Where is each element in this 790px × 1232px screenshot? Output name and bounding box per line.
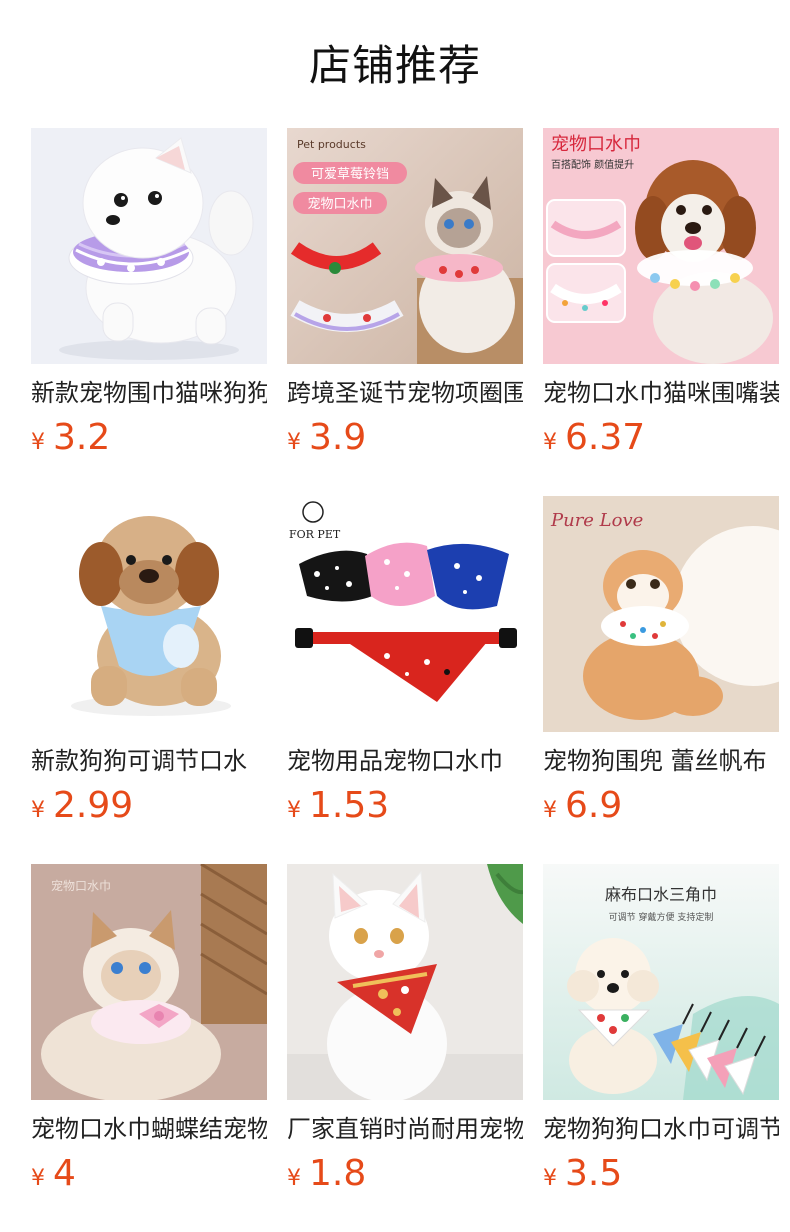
price-value: 1.8 [309, 1153, 367, 1194]
image-text: 可调节 穿戴方便 支持定制 [609, 911, 714, 923]
currency-symbol: ¥ [543, 1166, 557, 1191]
product-card[interactable]: FOR PET 宠物用品宠物口水巾 ¥ 1.53 [287, 496, 523, 864]
product-grid: 新款宠物围巾猫咪狗狗 ¥3.2 Pet products 可爱草莓铃铛 宠物口水… [31, 128, 790, 1232]
currency-symbol: ¥ [543, 798, 557, 823]
image-text: FOR PET [289, 528, 341, 541]
product-card[interactable]: 新款狗狗可调节口水 ¥2.99 [31, 496, 267, 864]
price-value: 3.2 [53, 417, 111, 458]
product-price: ¥6.9 [543, 784, 779, 828]
product-card[interactable]: 新款宠物围巾猫咪狗狗 ¥3.2 [31, 128, 267, 496]
currency-symbol: ¥ [287, 798, 301, 823]
product-image[interactable] [287, 864, 523, 1100]
product-price: ¥1.8 [287, 1152, 523, 1196]
image-text: 可爱草莓铃铛 [311, 167, 389, 182]
image-text: Pet products [297, 138, 366, 151]
product-name[interactable]: 宠物用品宠物口水巾 [287, 746, 523, 776]
product-card[interactable]: 厂家直销时尚耐用宠物 ¥1.8 [287, 864, 523, 1232]
price-value: 4 [53, 1153, 76, 1194]
currency-symbol: ¥ [543, 430, 557, 455]
product-image[interactable]: 宠物口水巾 [31, 864, 267, 1100]
product-card[interactable]: Pet products 可爱草莓铃铛 宠物口水巾 跨境圣诞节宠物项圈围 ¥ 3… [287, 128, 523, 496]
image-text: 百搭配饰 颜值提升 [551, 158, 634, 171]
product-price: ¥1.53 [287, 784, 523, 828]
image-text: 宠物口水巾 [551, 134, 641, 155]
price-value: 3.9 [309, 417, 367, 458]
currency-symbol: ¥ [31, 798, 45, 823]
product-card[interactable]: 宠物口水巾 百搭配饰 颜值提升 宠物口水巾猫咪围嘴装 ¥ 6.37 [543, 128, 779, 496]
product-image[interactable]: FOR PET [287, 496, 523, 732]
product-card[interactable]: Pure Love 宠物狗围兜 蕾丝帆布 ¥6.9 [543, 496, 779, 864]
product-name[interactable]: 新款宠物围巾猫咪狗狗 [31, 378, 267, 408]
product-card[interactable]: 麻布口水三角巾 可调节 穿戴方便 支持定制 宠物狗狗口水巾可调节 ¥ 3.5 [543, 864, 779, 1232]
price-value: 3.5 [565, 1153, 623, 1194]
product-name[interactable]: 新款狗狗可调节口水 [31, 746, 267, 776]
product-image[interactable] [31, 496, 267, 732]
currency-symbol: ¥ [287, 1166, 301, 1191]
currency-symbol: ¥ [31, 1166, 45, 1191]
product-image[interactable]: Pure Love [543, 496, 779, 732]
product-name[interactable]: 宠物口水巾蝴蝶结宠物 [31, 1114, 267, 1144]
product-name[interactable]: 跨境圣诞节宠物项圈围巾 [287, 378, 523, 408]
product-price: ¥6.37 [543, 416, 779, 460]
currency-symbol: ¥ [31, 430, 45, 455]
product-image[interactable]: 宠物口水巾 百搭配饰 颜值提升 [543, 128, 779, 364]
product-name[interactable]: 宠物狗狗口水巾可调节 [543, 1114, 779, 1144]
product-price: ¥3.2 [31, 416, 267, 460]
product-name[interactable]: 宠物口水巾猫咪围嘴装饰 [543, 378, 779, 408]
product-image[interactable]: 麻布口水三角巾 可调节 穿戴方便 支持定制 [543, 864, 779, 1100]
product-name[interactable]: 宠物狗围兜 蕾丝帆布 [543, 746, 779, 776]
product-card[interactable]: 宠物口水巾 宠物口水巾蝴蝶结宠物 ¥4 [31, 864, 267, 1232]
currency-symbol: ¥ [287, 430, 301, 455]
product-price: ¥3.9 [287, 416, 523, 460]
page-title: 店铺推荐 [308, 41, 481, 90]
price-value: 6.9 [565, 785, 623, 826]
price-value: 2.99 [53, 785, 134, 826]
product-name[interactable]: 厂家直销时尚耐用宠物 [287, 1114, 523, 1144]
product-image[interactable]: Pet products 可爱草莓铃铛 宠物口水巾 [287, 128, 523, 364]
price-value: 6.37 [565, 417, 646, 458]
image-text: 宠物口水巾 [307, 196, 372, 212]
price-value: 1.53 [309, 785, 390, 826]
image-text: 麻布口水三角巾 [605, 885, 717, 904]
product-price: ¥4 [31, 1152, 267, 1196]
product-price: ¥2.99 [31, 784, 267, 828]
image-text: Pure Love [550, 510, 643, 531]
product-image[interactable] [31, 128, 267, 364]
product-price: ¥3.5 [543, 1152, 779, 1196]
image-text: 宠物口水巾 [51, 878, 111, 893]
